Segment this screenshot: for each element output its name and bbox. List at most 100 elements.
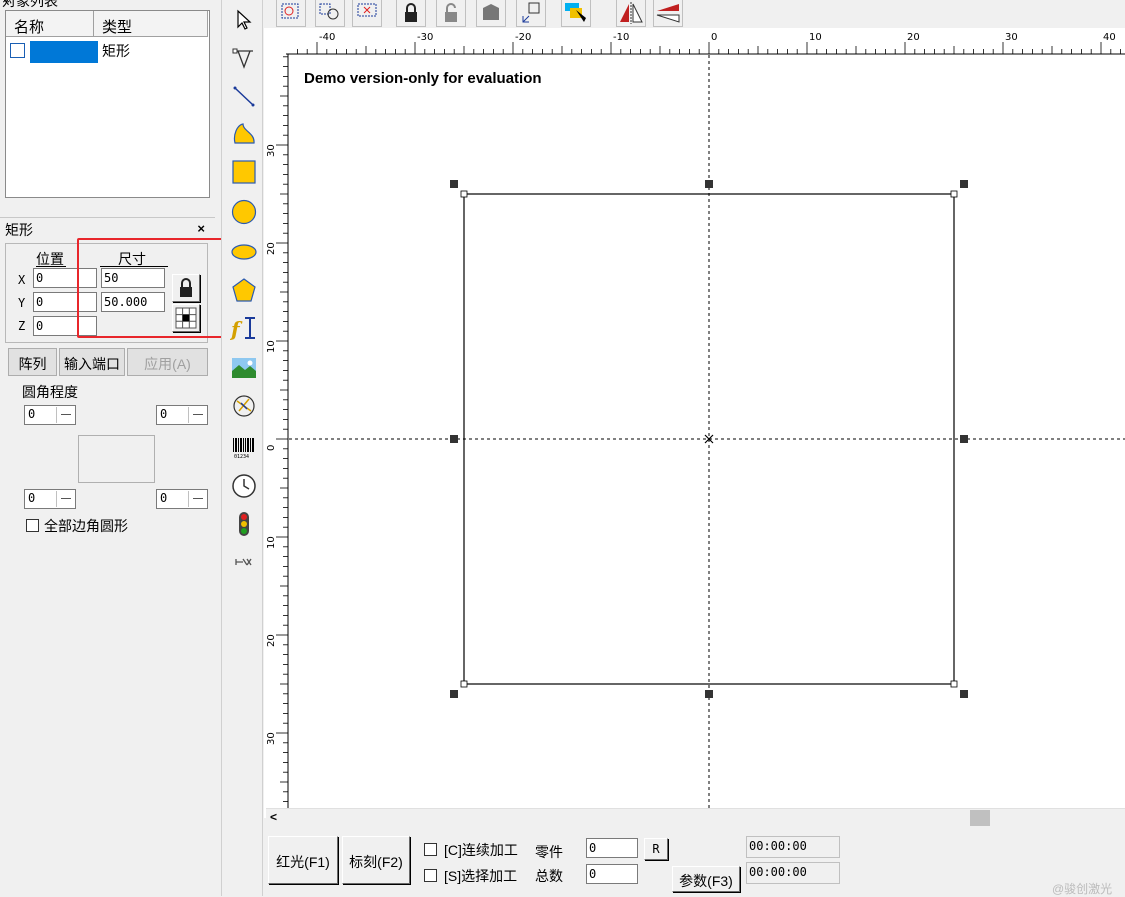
selection-handle[interactable]: [450, 180, 458, 188]
apply-button[interactable]: 应用(A): [127, 348, 208, 376]
ungroup-button[interactable]: [315, 0, 345, 27]
selection-handle[interactable]: [960, 690, 968, 698]
stepper-arrows[interactable]: [56, 407, 74, 423]
column-header-type[interactable]: 类型: [94, 11, 208, 37]
output-signal-icon: [235, 558, 252, 566]
scrollbar-thumb[interactable]: [970, 810, 990, 826]
text-tool[interactable]: f: [230, 314, 258, 342]
ellipse-icon: [231, 244, 257, 260]
parts-label: 零件: [535, 844, 563, 860]
unlock-all-button[interactable]: [476, 0, 506, 27]
drawing-canvas[interactable]: -40 -30 -20 -10 0 10 20 30 40 30 20 10 0 10 20 30 Demo …: [264, 28, 1125, 818]
left-ruler-label: 10: [266, 536, 277, 549]
property-panel-header: 矩形 ×: [0, 217, 215, 238]
corner-watermark: @骏创激光: [1052, 882, 1113, 896]
scroll-left-icon[interactable]: <: [270, 810, 277, 824]
lock-button[interactable]: [396, 0, 426, 27]
stepper-arrows[interactable]: [56, 491, 74, 507]
stepper-arrows[interactable]: [188, 407, 206, 423]
left-ruler-label: 30: [266, 144, 277, 157]
bitmap-icon: [232, 358, 256, 378]
corner-top-right-stepper[interactable]: 0: [156, 405, 208, 425]
selection-handle[interactable]: [450, 690, 458, 698]
ungroup-icon: [319, 3, 339, 20]
ellipse-tool[interactable]: [230, 238, 258, 266]
array-button[interactable]: 阵列: [8, 348, 57, 376]
select-process-checkbox[interactable]: [424, 869, 437, 882]
params-button[interactable]: 参数(F3): [672, 866, 740, 892]
total-count-input[interactable]: 0: [586, 864, 638, 884]
drawing-toolbar: f 01234: [221, 0, 263, 896]
top-ruler-label: 0: [711, 32, 717, 43]
timer-tool[interactable]: [230, 472, 258, 500]
stepper-arrows[interactable]: [188, 491, 206, 507]
all-corners-round-label: 全部边角圆形: [44, 518, 128, 534]
selection-handle[interactable]: [705, 690, 713, 698]
horizontal-scrollbar[interactable]: <: [266, 808, 1125, 826]
reset-count-button[interactable]: R: [644, 838, 668, 860]
group-button[interactable]: [276, 0, 306, 27]
parts-count-input[interactable]: 0: [586, 838, 638, 858]
object-list[interactable]: 名称 类型 矩形: [5, 10, 210, 198]
size-highlight-box: [77, 238, 229, 338]
output-signal-tool[interactable]: [230, 548, 258, 576]
close-icon[interactable]: ×: [2, 0, 207, 7]
selection-handle[interactable]: [450, 435, 458, 443]
reverse-button[interactable]: [516, 0, 546, 27]
selection-handle[interactable]: [960, 435, 968, 443]
column-header-name[interactable]: 名称: [6, 11, 94, 37]
polygon-tool[interactable]: [230, 276, 258, 304]
continuous-process-checkbox[interactable]: [424, 843, 437, 856]
corner-top-left-value: 0: [28, 407, 36, 421]
input-port-button[interactable]: 输入端口: [59, 348, 125, 376]
bitmap-tool[interactable]: [230, 354, 258, 382]
z-axis-label: Z: [18, 319, 26, 333]
unlock-icon: [445, 3, 457, 22]
red-light-button[interactable]: 红光(F1): [268, 836, 338, 884]
corner-bottom-left-stepper[interactable]: 0: [24, 489, 76, 509]
unlock-button[interactable]: [436, 0, 466, 27]
line-icon: [233, 86, 255, 107]
group-icon: [281, 3, 299, 19]
mark-button[interactable]: 标刻(F2): [342, 836, 410, 884]
svg-text:01234: 01234: [234, 454, 249, 460]
rectangle-vertex: [460, 190, 468, 198]
color-button[interactable]: [561, 0, 591, 27]
input-signal-tool[interactable]: [230, 510, 258, 538]
corner-top-left-stepper[interactable]: 0: [24, 405, 76, 425]
left-ruler-label: 10: [266, 340, 277, 353]
text-icon: f: [230, 317, 255, 341]
left-ruler-label: 20: [266, 242, 277, 255]
corner-top-right-value: 0: [160, 407, 168, 421]
reverse-icon: [522, 2, 540, 23]
barcode-tool[interactable]: 01234: [230, 434, 258, 462]
top-ruler-label: 20: [907, 32, 920, 43]
top-ruler: [264, 28, 1125, 54]
object-type-cell[interactable]: 矩形: [102, 41, 130, 61]
mirror-horizontal-button[interactable]: [616, 0, 646, 27]
selection-handle[interactable]: [705, 180, 713, 188]
curve-icon: [233, 123, 255, 144]
circle-tool[interactable]: [230, 198, 258, 226]
selected-object-name[interactable]: [30, 41, 98, 63]
selection-handle[interactable]: [960, 180, 968, 188]
curve-tool[interactable]: [230, 120, 258, 148]
close-icon[interactable]: ×: [197, 221, 205, 236]
corner-bottom-right-stepper[interactable]: 0: [156, 489, 208, 509]
line-tool[interactable]: [230, 82, 258, 110]
input-signal-icon: [239, 512, 249, 536]
all-corners-round-checkbox[interactable]: [26, 519, 39, 532]
x-axis-label: X: [18, 273, 26, 287]
canvas-svg[interactable]: -40 -30 -20 -10 0 10 20 30 40 30 20 10 0 10 20 30: [264, 28, 1125, 808]
color-icon: [565, 3, 586, 22]
select-in-button[interactable]: [352, 0, 382, 27]
mirror-vertical-button[interactable]: [653, 0, 683, 27]
lock-icon: [405, 3, 417, 22]
rectangle-tool[interactable]: [230, 158, 258, 186]
timer-icon: [232, 474, 256, 498]
vector-file-tool[interactable]: [230, 392, 258, 420]
pointer-tool[interactable]: [230, 6, 258, 34]
rectangle-vertex: [950, 680, 958, 688]
node-edit-tool[interactable]: [230, 44, 258, 72]
mirror-vertical-icon: [656, 4, 680, 23]
